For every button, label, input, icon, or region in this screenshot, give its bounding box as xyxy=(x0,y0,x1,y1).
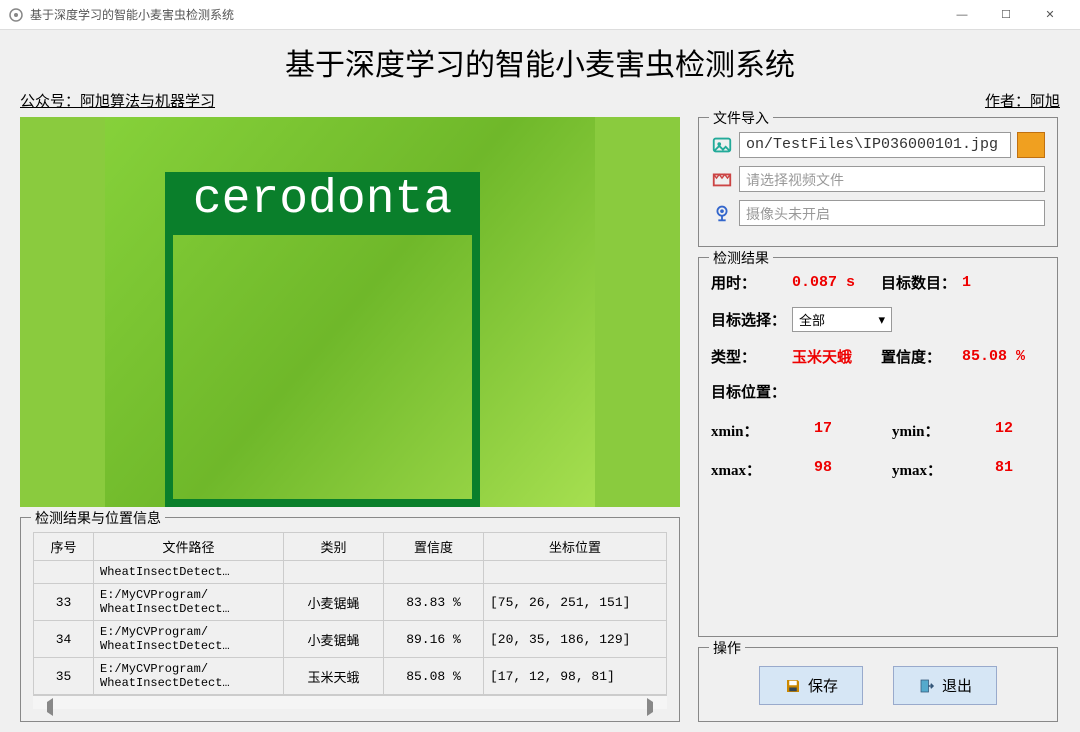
ymin-value: 12 xyxy=(995,420,1045,441)
count-label: 目标数目： xyxy=(881,272,956,293)
maximize-button[interactable]: ☐ xyxy=(984,1,1028,29)
detection-bbox xyxy=(165,227,480,507)
results-table[interactable]: 序号 文件路径 类别 置信度 坐标位置 WheatInsectDetect…33… xyxy=(33,532,667,695)
table-row[interactable]: 33E:/MyCVProgram/WheatInsectDetect…小麦锯蝇8… xyxy=(34,584,667,621)
time-label: 用时： xyxy=(711,272,786,293)
th-index: 序号 xyxy=(34,533,94,561)
subtitle-right: 作者：阿旭 xyxy=(985,90,1060,111)
file-import-legend: 文件导入 xyxy=(709,108,773,128)
xmax-value: 98 xyxy=(814,459,874,480)
results-panel: 检测结果 用时： 0.087 s 目标数目： 1 目标选择： 全部▾ 类型： 玉… xyxy=(698,257,1058,637)
exit-button[interactable]: 退出 xyxy=(893,666,997,705)
table-row[interactable]: WheatInsectDetect… xyxy=(34,561,667,584)
chevron-down-icon: ▾ xyxy=(878,312,885,328)
type-label: 类型： xyxy=(711,346,786,367)
results-table-panel: 检测结果与位置信息 序号 文件路径 类别 置信度 坐标位置 WheatInsec… xyxy=(20,517,680,722)
ymin-label: ymin： xyxy=(892,420,977,441)
count-value: 1 xyxy=(962,274,1045,291)
titlebar: 基于深度学习的智能小麦害虫检测系统 — ☐ ✕ xyxy=(0,0,1080,30)
video-icon xyxy=(711,168,733,190)
conf-value: 85.08 % xyxy=(962,348,1045,365)
th-coord: 坐标位置 xyxy=(484,533,667,561)
xmin-label: xmin： xyxy=(711,420,796,441)
th-conf: 置信度 xyxy=(384,533,484,561)
subtitle-left: 公众号：阿旭算法与机器学习 xyxy=(20,90,215,111)
pos-label: 目标位置： xyxy=(711,384,786,401)
save-icon xyxy=(784,677,802,695)
conf-label: 置信度： xyxy=(881,346,956,367)
browse-image-button[interactable] xyxy=(1017,132,1045,158)
xmax-label: xmax： xyxy=(711,459,796,480)
bbox-label: cerodonta xyxy=(165,172,480,227)
detection-viewport[interactable]: cerodonta xyxy=(20,117,680,507)
window-title: 基于深度学习的智能小麦害虫检测系统 xyxy=(30,6,234,23)
video-path-input[interactable]: 请选择视频文件 xyxy=(739,166,1045,192)
save-button[interactable]: 保存 xyxy=(759,666,863,705)
actions-legend: 操作 xyxy=(709,638,745,658)
xmin-value: 17 xyxy=(814,420,874,441)
type-value: 玉米天蛾 xyxy=(792,346,875,367)
camera-icon xyxy=(711,202,733,224)
page-title: 基于深度学习的智能小麦害虫检测系统 xyxy=(20,40,1060,84)
file-import-panel: 文件导入 on/TestFiles\IP036000101.jpg 请选择视频文… xyxy=(698,117,1058,247)
table-legend: 检测结果与位置信息 xyxy=(31,508,165,528)
table-row[interactable]: 34E:/MyCVProgram/WheatInsectDetect…小麦锯蝇8… xyxy=(34,621,667,658)
minimize-button[interactable]: — xyxy=(940,1,984,29)
app-icon xyxy=(8,7,24,23)
image-path-input[interactable]: on/TestFiles\IP036000101.jpg xyxy=(739,132,1011,158)
th-class: 类别 xyxy=(284,533,384,561)
image-icon xyxy=(711,134,733,156)
time-value: 0.087 s xyxy=(792,274,875,291)
actions-panel: 操作 保存 退出 xyxy=(698,647,1058,722)
exit-icon xyxy=(918,677,936,695)
th-path: 文件路径 xyxy=(94,533,284,561)
table-scrollbar[interactable] xyxy=(33,695,667,709)
close-button[interactable]: ✕ xyxy=(1028,1,1072,29)
target-select-label: 目标选择： xyxy=(711,309,786,330)
table-row[interactable]: 35E:/MyCVProgram/WheatInsectDetect…玉米天蛾8… xyxy=(34,658,667,695)
ymax-value: 81 xyxy=(995,459,1045,480)
target-select[interactable]: 全部▾ xyxy=(792,307,892,332)
camera-input[interactable]: 摄像头未开启 xyxy=(739,200,1045,226)
results-legend: 检测结果 xyxy=(709,248,773,268)
ymax-label: ymax： xyxy=(892,459,977,480)
